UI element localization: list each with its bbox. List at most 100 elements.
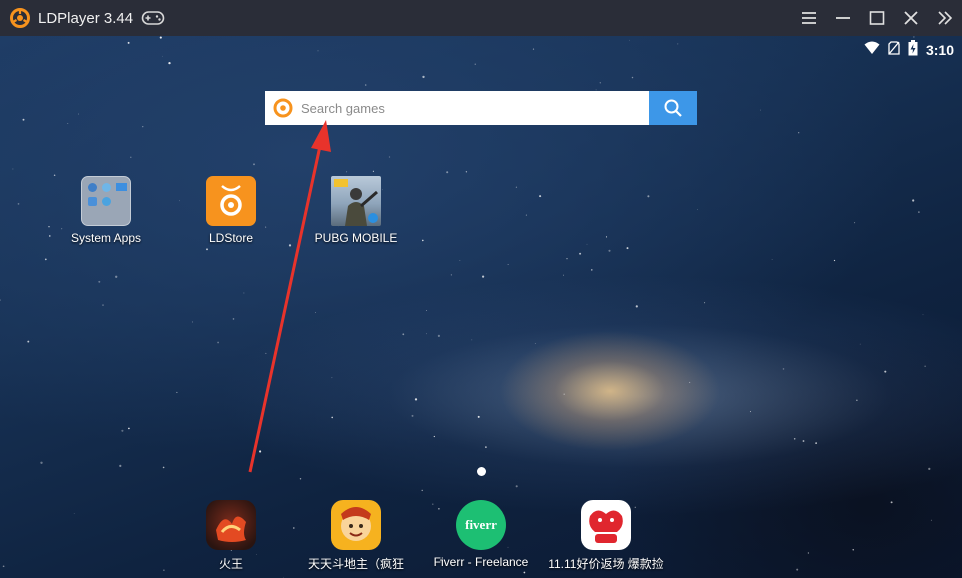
star <box>422 239 424 242</box>
app-system-apps[interactable]: System Apps <box>51 176 161 245</box>
android-home-screen: 3:10 Search games System Apps LDStore PU… <box>0 36 962 578</box>
star <box>890 501 893 504</box>
star <box>696 209 698 210</box>
star <box>586 243 588 245</box>
app-label: PUBG MOBILE <box>314 231 398 245</box>
star <box>629 39 630 41</box>
search-icon <box>664 99 682 117</box>
star <box>515 485 518 488</box>
star <box>833 259 836 262</box>
star <box>414 398 418 401</box>
star <box>232 318 235 320</box>
star <box>421 489 423 492</box>
star <box>566 258 568 260</box>
star <box>599 82 601 84</box>
star <box>913 36 915 38</box>
star <box>749 411 751 413</box>
search-button[interactable] <box>649 91 697 125</box>
star <box>471 339 473 341</box>
star <box>796 568 799 571</box>
star <box>331 377 333 379</box>
star <box>922 314 924 316</box>
star <box>532 48 535 50</box>
star <box>388 156 391 158</box>
title-bar: LDPlayer 3.44 <box>0 0 962 36</box>
app-huowang[interactable]: 火王 <box>176 500 286 572</box>
star <box>315 312 316 313</box>
no-sim-icon <box>888 40 900 60</box>
star <box>142 126 144 128</box>
star <box>12 168 14 170</box>
star <box>859 343 861 345</box>
star <box>22 118 25 121</box>
ldplayer-logo-icon <box>10 8 30 28</box>
huowang-icon <box>206 500 256 550</box>
maximize-icon[interactable] <box>860 0 894 36</box>
star <box>465 171 468 173</box>
minimize-icon[interactable] <box>826 0 860 36</box>
star <box>102 304 104 306</box>
star <box>161 55 163 57</box>
star <box>115 275 118 278</box>
star <box>243 292 245 294</box>
star <box>217 341 219 344</box>
app-pubg-mobile[interactable]: PUBG MOBILE <box>301 176 411 245</box>
star <box>459 260 461 262</box>
star <box>163 569 165 571</box>
app-ldstore[interactable]: LDStore <box>176 176 286 245</box>
star <box>782 368 785 370</box>
star <box>67 123 69 124</box>
star <box>48 226 50 228</box>
star <box>807 552 810 554</box>
fiverr-icon: fiverr <box>456 500 506 550</box>
star <box>579 252 582 255</box>
star <box>477 415 480 418</box>
star <box>647 195 650 198</box>
star <box>299 478 302 480</box>
star <box>425 333 427 335</box>
star <box>0 299 1 301</box>
star <box>127 41 130 44</box>
app-label: Fiverr - Freelance <box>433 555 529 569</box>
star <box>626 247 629 250</box>
window-title: LDPlayer 3.44 <box>38 9 134 27</box>
ldplayer-search-logo-icon <box>265 91 301 125</box>
page-indicator-dot <box>477 467 486 476</box>
star <box>523 571 526 574</box>
search-bar <box>265 91 697 125</box>
close-icon[interactable] <box>894 0 928 36</box>
star <box>884 370 887 373</box>
double-chevron-right-icon[interactable] <box>928 0 962 36</box>
star <box>793 438 796 440</box>
star <box>485 446 487 448</box>
star <box>422 75 425 79</box>
pubg-icon <box>331 176 381 226</box>
menu-icon[interactable] <box>792 0 826 36</box>
star <box>563 274 564 276</box>
star <box>17 203 20 205</box>
star <box>930 519 932 521</box>
wifi-icon <box>864 41 880 60</box>
star <box>292 527 295 529</box>
folder-icon <box>81 176 131 226</box>
app-shopping[interactable]: 11.11好价返场 爆款捡 <box>548 500 664 572</box>
star <box>507 264 509 265</box>
star <box>253 163 255 166</box>
star <box>78 113 80 115</box>
star <box>40 461 43 464</box>
app-label: System Apps <box>70 231 142 245</box>
star <box>372 170 374 172</box>
star <box>534 342 536 344</box>
star <box>802 440 805 442</box>
app-fiverr[interactable]: fiverr Fiverr - Freelance <box>426 500 536 569</box>
search-input[interactable] <box>301 91 649 125</box>
star <box>121 429 124 432</box>
app-doudizhu[interactable]: 天天斗地主（疯狂 <box>301 500 411 572</box>
star <box>631 76 634 79</box>
star <box>689 381 691 383</box>
gamepad-icon[interactable] <box>141 9 165 27</box>
star <box>426 310 427 311</box>
star <box>346 171 348 173</box>
star <box>677 43 679 45</box>
star <box>854 222 856 224</box>
